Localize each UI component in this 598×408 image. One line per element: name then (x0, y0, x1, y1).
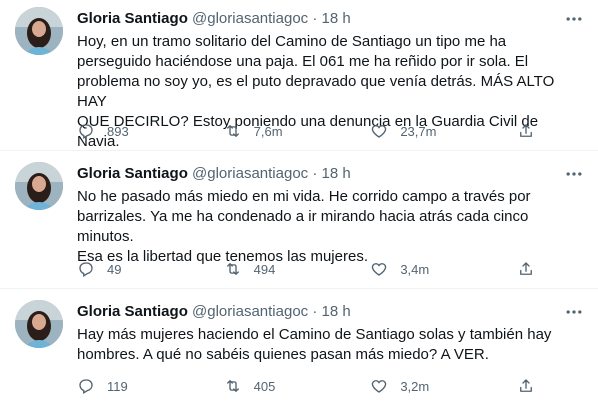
share-icon (520, 262, 532, 275)
tweet-2[interactable]: Gloria Santiago @gloriasantiagoc · 18 h … (0, 151, 598, 288)
author-handle[interactable]: @gloriasantiagoc (192, 303, 308, 320)
timestamp[interactable]: 18 h (322, 10, 351, 27)
like-count: 3,4m (400, 261, 430, 277)
tweet-actions: 119 405 3,2m (77, 376, 537, 396)
avatar[interactable] (15, 162, 63, 210)
retweet-count: 7,6m (253, 123, 283, 139)
avatar[interactable] (15, 300, 63, 348)
separator-dot: · (312, 10, 318, 27)
tweet-header: Gloria Santiago @gloriasantiagoc · 18 h (77, 164, 558, 184)
tweet-1[interactable]: Gloria Santiago @gloriasantiagoc · 18 h … (0, 0, 598, 150)
reply-button[interactable]: 119 (77, 376, 187, 396)
like-button[interactable]: 3,2m (370, 376, 480, 396)
tweet-thread: Gloria Santiago @gloriasantiagoc · 18 h … (0, 0, 598, 408)
reply-count: 893 (107, 123, 129, 139)
retweet-button[interactable]: 405 (224, 376, 334, 396)
tweet-header: Gloria Santiago @gloriasantiagoc · 18 h (77, 9, 558, 29)
separator-dot: · (312, 303, 318, 320)
like-button[interactable]: 23,7m (370, 121, 480, 141)
share-icon (520, 124, 532, 137)
reply-count: 119 (107, 378, 128, 394)
tweet-text: Hay más mujeres haciendo el Camino de Sa… (77, 326, 552, 363)
timestamp[interactable]: 18 h (322, 165, 351, 182)
avatar-image (15, 300, 63, 348)
timestamp[interactable]: 18 h (322, 303, 351, 320)
like-count: 23,7m (400, 123, 437, 139)
retweet-icon (226, 263, 239, 275)
avatar-image (15, 162, 63, 210)
share-icon (520, 379, 532, 392)
tweet-actions: 893 7,6m 23,7m (77, 121, 537, 141)
retweet-count: 494 (253, 261, 276, 277)
reply-icon (79, 379, 93, 394)
reply-icon (79, 262, 93, 277)
author-handle[interactable]: @gloriasantiagoc (192, 165, 308, 182)
heart-icon (372, 263, 387, 276)
tweet-3[interactable]: Gloria Santiago @gloriasantiagoc · 18 h … (0, 289, 598, 408)
retweet-count: 405 (253, 378, 276, 394)
reply-button[interactable]: 49 (77, 259, 187, 279)
heart-icon (372, 380, 387, 393)
more-options-icon[interactable] (564, 302, 584, 322)
author-name[interactable]: Gloria Santiago (77, 303, 188, 320)
reply-icon (79, 124, 93, 139)
author-name[interactable]: Gloria Santiago (77, 165, 188, 182)
reply-button[interactable]: 893 (77, 121, 187, 141)
like-count: 3,2m (400, 378, 430, 394)
tweet-header: Gloria Santiago @gloriasantiagoc · 18 h (77, 302, 558, 322)
more-options-icon[interactable] (564, 9, 584, 29)
reply-count: 49 (107, 261, 122, 277)
avatar-image (15, 7, 63, 55)
tweet-text: No he pasado más miedo en mi vida. He co… (77, 188, 531, 265)
retweet-button[interactable]: 494 (224, 259, 334, 279)
retweet-icon (226, 125, 239, 137)
share-button[interactable] (517, 259, 537, 279)
like-button[interactable]: 3,4m (370, 259, 480, 279)
more-options-icon[interactable] (564, 164, 584, 184)
author-handle[interactable]: @gloriasantiagoc (192, 10, 308, 27)
retweet-button[interactable]: 7,6m (224, 121, 334, 141)
share-button[interactable] (517, 376, 537, 396)
heart-icon (372, 125, 387, 138)
retweet-icon (226, 380, 239, 392)
separator-dot: · (312, 165, 318, 182)
share-button[interactable] (517, 121, 537, 141)
avatar[interactable] (15, 7, 63, 55)
tweet-actions: 49 494 3,4m (77, 259, 537, 279)
author-name[interactable]: Gloria Santiago (77, 10, 188, 27)
